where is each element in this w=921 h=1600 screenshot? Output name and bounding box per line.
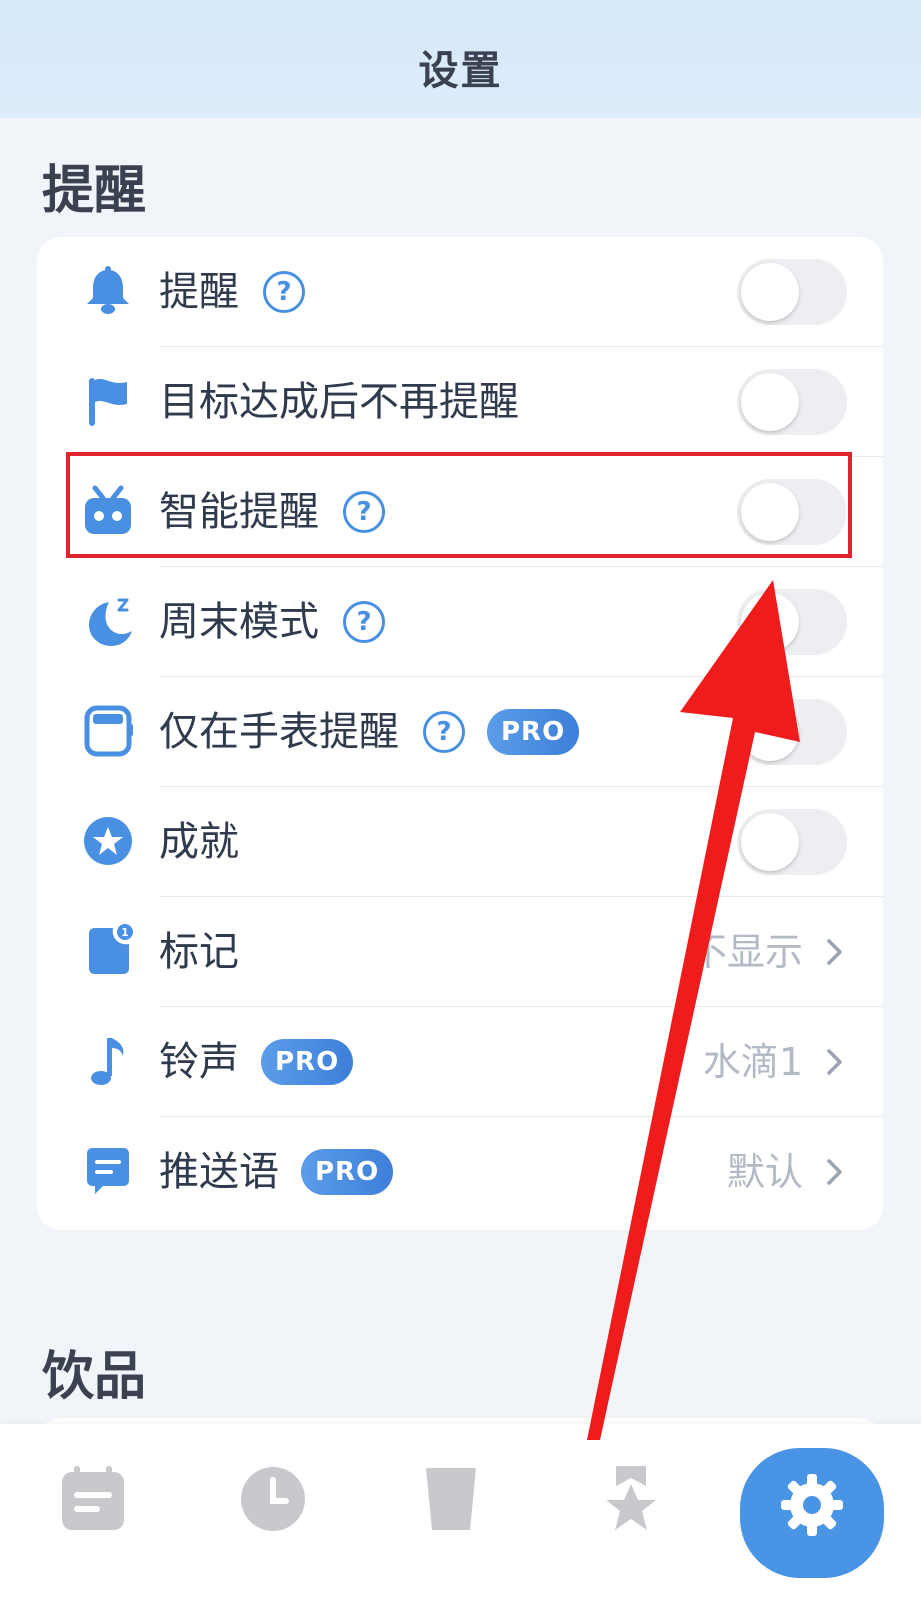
row-ringtone[interactable]: 铃声 PRO 水滴1	[37, 1007, 883, 1117]
bell-icon	[87, 266, 129, 314]
row-watch-only[interactable]: 仅在手表提醒 ? PRO	[37, 677, 883, 787]
flag-icon	[89, 378, 127, 426]
row-weekend-mode[interactable]: 周末模式 ?	[37, 567, 883, 677]
help-icon[interactable]: ?	[343, 601, 385, 643]
settings-tab[interactable]	[740, 1448, 884, 1578]
row-label: 成就	[159, 787, 239, 897]
row-stop-after-goal[interactable]: 目标达成后不再提醒	[37, 347, 883, 457]
row-label: 铃声 PRO	[159, 1007, 354, 1117]
row-achievement[interactable]: 成就	[37, 787, 883, 897]
toggle-knob	[741, 263, 799, 321]
pro-badge: PRO	[261, 1039, 354, 1085]
pro-badge: PRO	[487, 709, 580, 755]
chat-icon	[87, 1148, 129, 1194]
row-label: 提醒 ?	[159, 237, 305, 347]
watch-icon	[84, 705, 133, 757]
help-icon[interactable]: ?	[423, 711, 465, 753]
row-label: 目标达成后不再提醒	[159, 347, 519, 457]
chevron-right-icon	[827, 1159, 842, 1185]
gear-icon	[781, 1474, 843, 1536]
row-badge[interactable]: 1 标记 不显示	[37, 897, 883, 1007]
achievement-label: 成就	[159, 819, 239, 865]
star-icon[interactable]	[596, 1464, 666, 1534]
toggle-knob	[741, 593, 799, 651]
push-text-label: 推送语	[159, 1149, 279, 1195]
badge-note-icon: 1	[89, 924, 133, 974]
star-badge-icon	[84, 817, 132, 865]
row-label: 周末模式 ?	[159, 567, 385, 677]
chevron-right-icon	[827, 1049, 842, 1075]
stop-after-goal-label: 目标达成后不再提醒	[159, 379, 519, 425]
achievement-toggle[interactable]	[737, 809, 847, 875]
reminder-settings-card: 提醒 ? 目标达成后不再提醒 智能提醒 ? 周末模式 ? 仅在手表提醒 ? PR…	[37, 237, 883, 1230]
page-title: 设置	[418, 48, 503, 94]
row-label: 推送语 PRO	[159, 1117, 394, 1227]
ringtone-value: 水滴1	[702, 1040, 803, 1084]
header-bar: 设置	[0, 0, 921, 118]
badge-label: 标记	[159, 929, 239, 975]
reminder-label: 提醒	[159, 269, 239, 315]
weekend-mode-toggle[interactable]	[737, 589, 847, 655]
toggle-knob	[741, 813, 799, 871]
toggle-knob	[741, 703, 799, 761]
highlight-box	[66, 452, 852, 558]
moon-sleep-icon	[89, 598, 132, 646]
row-reminder[interactable]: 提醒 ?	[37, 237, 883, 347]
row-push-text[interactable]: 推送语 PRO 默认	[37, 1117, 883, 1227]
section-title-reminder: 提醒	[42, 161, 147, 221]
list-icon[interactable]	[58, 1464, 128, 1534]
music-note-icon	[91, 1038, 124, 1085]
svg-text:1: 1	[121, 926, 129, 939]
section-title-drinks: 饮品	[42, 1347, 147, 1407]
push-text-value: 默认	[726, 1150, 803, 1194]
bottom-tab-bar	[0, 1424, 921, 1600]
ringtone-label: 铃声	[159, 1039, 239, 1085]
watch-only-toggle[interactable]	[737, 699, 847, 765]
watch-only-label: 仅在手表提醒	[159, 709, 399, 755]
chevron-right-icon	[827, 939, 842, 965]
row-label: 仅在手表提醒 ? PRO	[159, 677, 580, 787]
toggle-knob	[741, 373, 799, 431]
weekend-mode-label: 周末模式	[159, 599, 319, 645]
row-label: 标记	[159, 897, 239, 1007]
stop-after-goal-toggle[interactable]	[737, 369, 847, 435]
pro-badge: PRO	[301, 1149, 394, 1195]
cup-icon[interactable]	[416, 1464, 486, 1534]
help-icon[interactable]: ?	[263, 271, 305, 313]
reminder-toggle[interactable]	[737, 259, 847, 325]
clock-icon[interactable]	[238, 1464, 308, 1534]
badge-value: 不显示	[688, 930, 803, 974]
